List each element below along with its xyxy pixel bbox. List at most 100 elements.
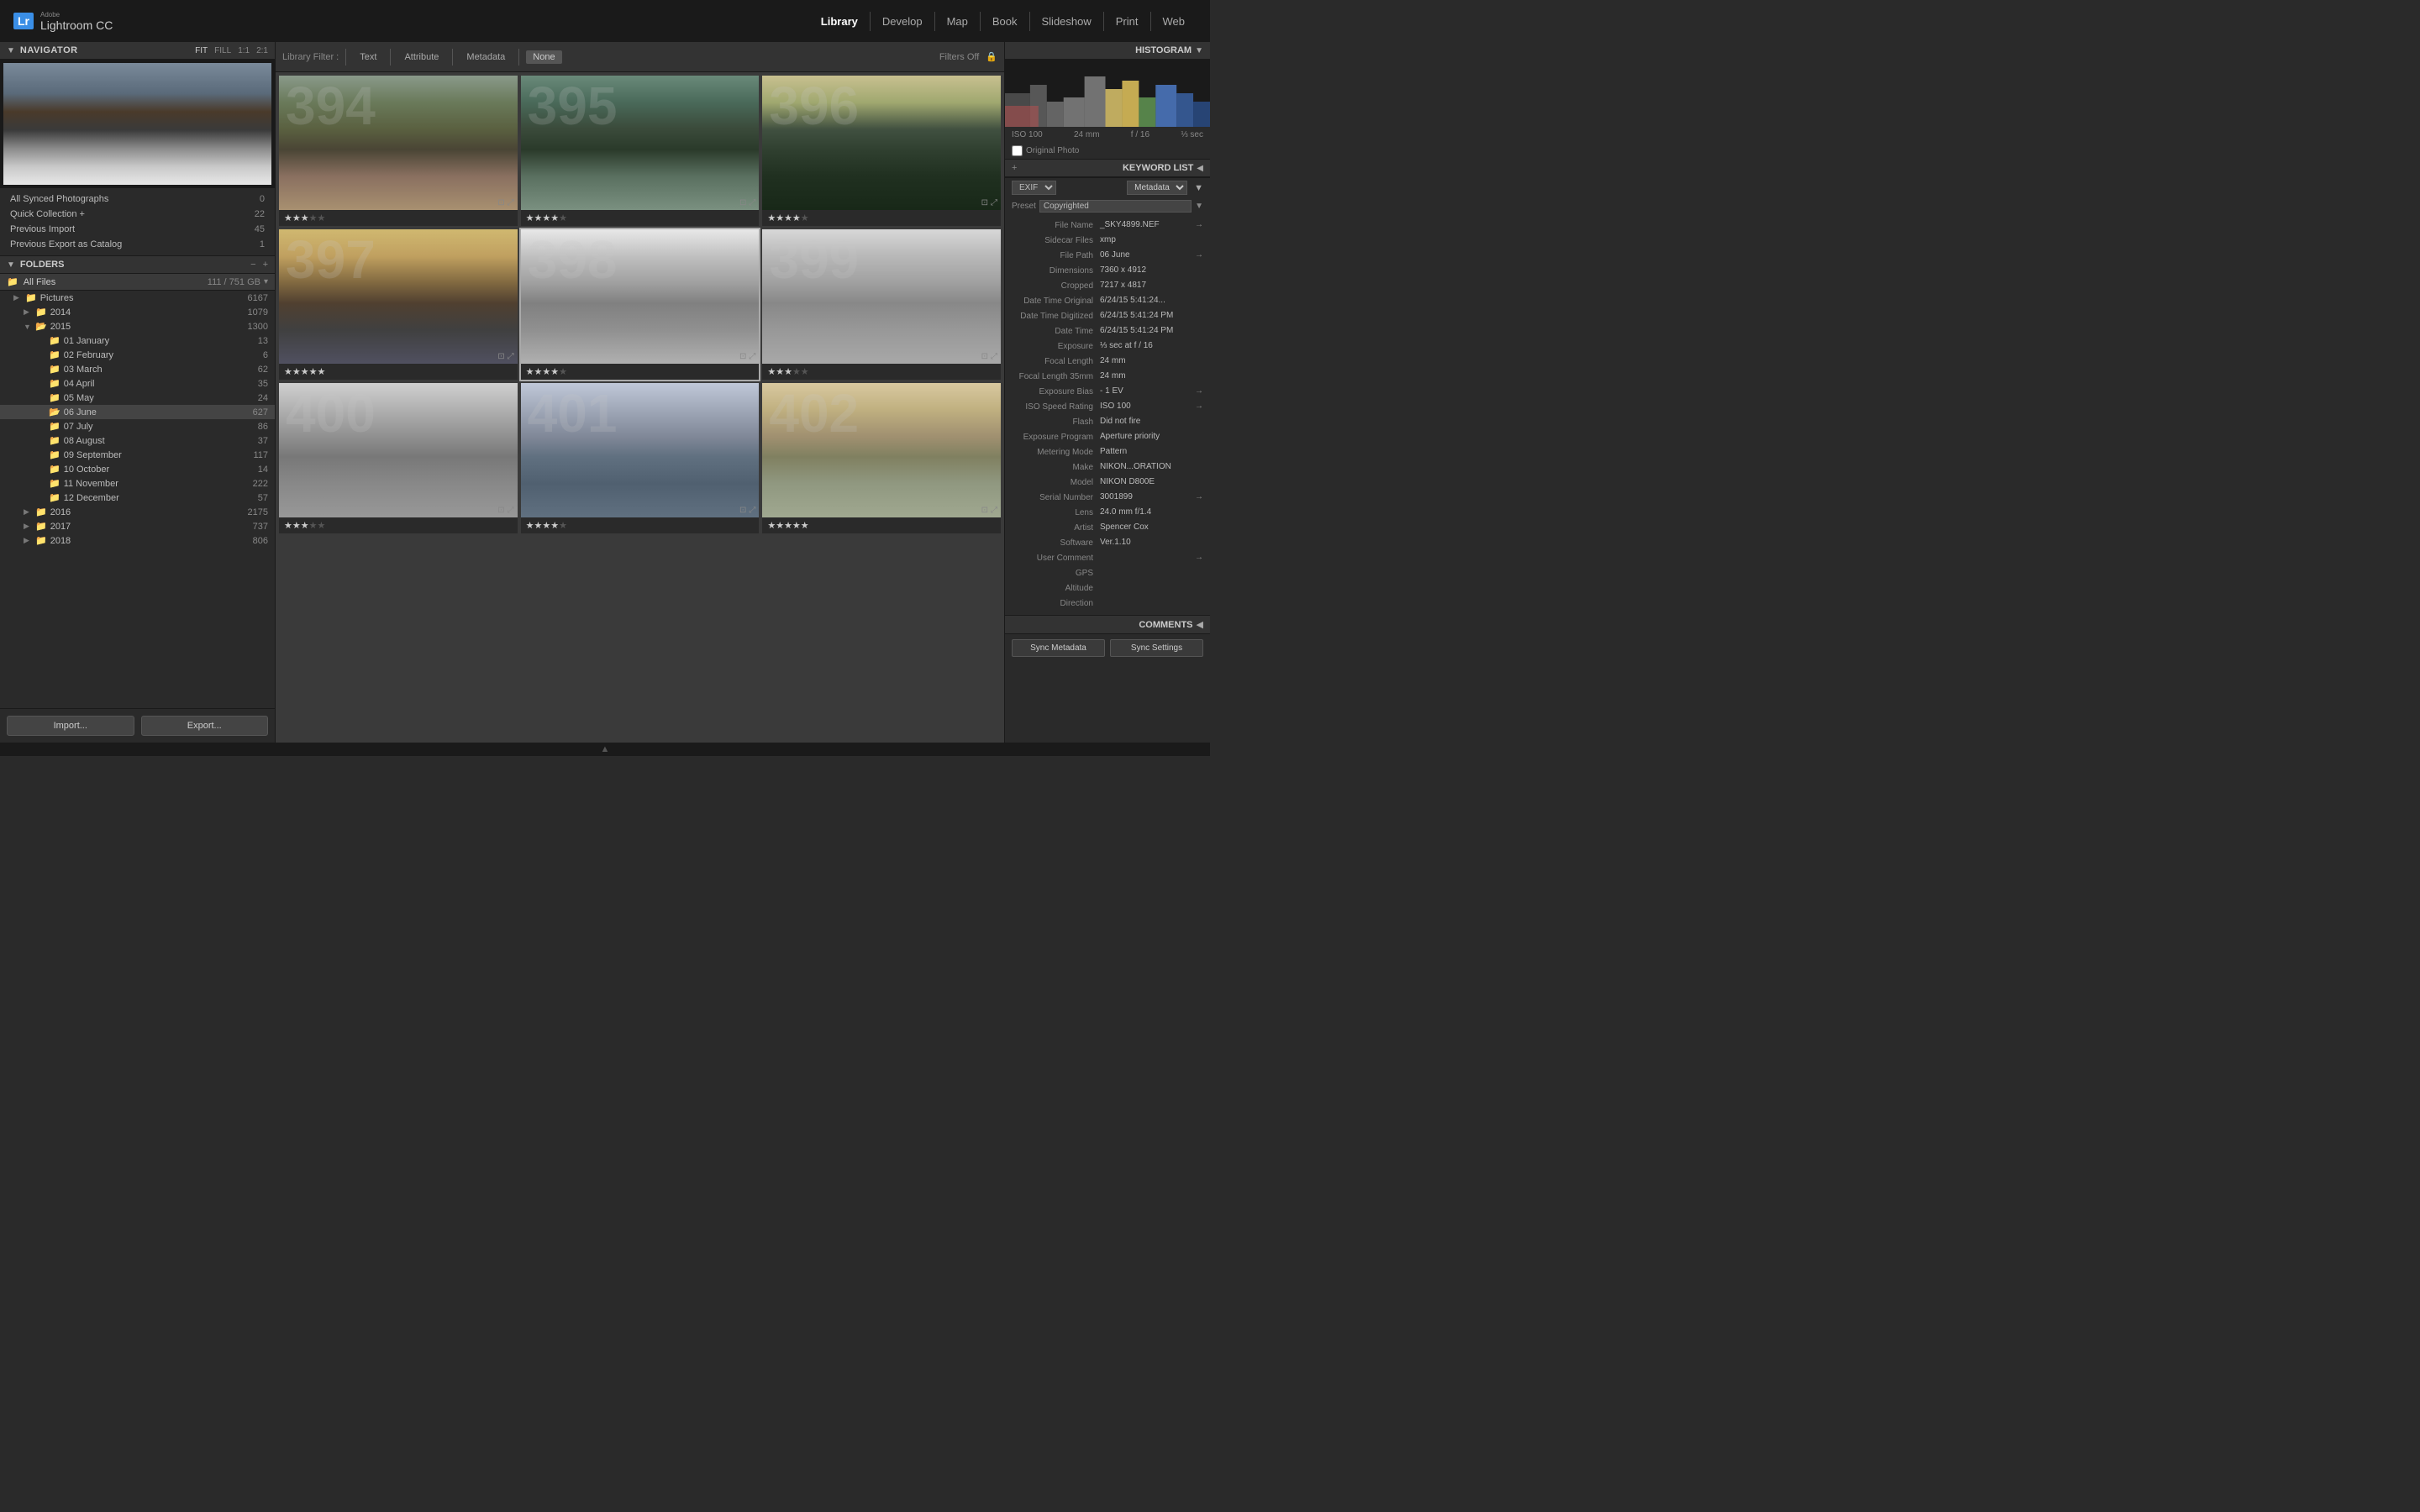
catalog-all-synced[interactable]: All Synced Photographs 0	[0, 192, 275, 207]
preset-input[interactable]	[1039, 200, 1192, 213]
meta-iso-label: ISO Speed Rating	[1012, 402, 1100, 412]
nav-1to1-btn[interactable]: 1:1	[238, 46, 250, 55]
apr-count: 35	[258, 379, 268, 389]
meta-uc-btn[interactable]: →	[1195, 553, 1203, 562]
metadata-filter-btn[interactable]: Metadata	[460, 50, 512, 64]
sync-metadata-btn[interactable]: Sync Metadata	[1012, 639, 1105, 657]
grid-cell-402[interactable]: 402 ⊡ ⤢ ★★★★★	[762, 383, 1001, 533]
nav-book[interactable]: Book	[981, 12, 1030, 31]
catalog-previous-export[interactable]: Previous Export as Catalog 1	[0, 237, 275, 252]
grid-cell-394[interactable]: 394 ⊡ ⤢ ★★★★★	[279, 76, 518, 226]
app-logo: Lr Adobe Lightroom CC	[13, 11, 113, 32]
feb-name: 02 February	[64, 350, 263, 360]
nav-library[interactable]: Library	[809, 12, 871, 31]
cell-stars-396: ★★★★★	[762, 210, 1001, 226]
all-files-dropdown[interactable]: ▾	[264, 277, 268, 286]
cell-icons-395: ⊡ ⤢	[739, 198, 755, 207]
meta-gps-label: GPS	[1012, 568, 1100, 578]
folder-2017[interactable]: ▶ 📁 2017 737	[0, 519, 275, 533]
folder-2016[interactable]: ▶ 📁 2016 2175	[0, 505, 275, 519]
apr-folder-icon: 📁	[49, 378, 60, 389]
keyword-list-header[interactable]: + Keyword List ◀	[1005, 159, 1210, 177]
cell-stars-399: ★★★★★	[762, 364, 1001, 380]
grid-cell-400[interactable]: 400 ⊡ ⤢ ★★★★★	[279, 383, 518, 533]
topbar: Lr Adobe Lightroom CC Library Develop Ma…	[0, 0, 1210, 42]
folder-03-march[interactable]: 📁 03 March 62	[0, 362, 275, 376]
meta-serial-btn[interactable]: →	[1195, 492, 1203, 501]
folder-tree: ▶ 📁 Pictures 6167 ▶ 📁 2014 1079 ▼ 📂 2	[0, 291, 275, 548]
navigator-collapse-arrow: ▼	[7, 46, 15, 55]
sync-bar: Sync Metadata Sync Settings	[1005, 633, 1210, 662]
import-button[interactable]: Import...	[7, 716, 134, 736]
histogram-header[interactable]: Histogram ▼	[1005, 42, 1210, 60]
meta-iso-btn[interactable]: →	[1195, 402, 1203, 411]
meta-filename-btn[interactable]: →	[1195, 220, 1203, 229]
meta-software: Software Ver.1.10	[1005, 536, 1210, 551]
folder-08-august[interactable]: 📁 08 August 37	[0, 433, 275, 448]
grid-cell-397[interactable]: 397 ⊡ ⤢ ★★★★★	[279, 229, 518, 380]
comments-header[interactable]: Comments ◀	[1005, 615, 1210, 633]
histogram-svg	[1005, 60, 1210, 127]
grid-cell-399[interactable]: 399 ⊡ ⤢ ★★★★★	[762, 229, 1001, 380]
original-photo-checkbox[interactable]	[1012, 145, 1023, 156]
rotate-icon-399: ⊡	[981, 352, 988, 361]
folder-07-july[interactable]: 📁 07 July 86	[0, 419, 275, 433]
all-files-bar[interactable]: 📁 All Files 111 / 751 GB ▾	[0, 274, 275, 291]
nav-web[interactable]: Web	[1151, 12, 1197, 31]
nav-2to1-btn[interactable]: 2:1	[256, 46, 268, 55]
nav-develop[interactable]: Develop	[871, 12, 935, 31]
catalog-previous-import[interactable]: Previous Import 45	[0, 222, 275, 237]
filter-lock-icon[interactable]: 🔒	[986, 51, 997, 62]
folder-2015[interactable]: ▼ 📂 2015 1300	[0, 319, 275, 333]
meta-fl-value: 24 mm	[1100, 356, 1203, 365]
nav-print[interactable]: Print	[1104, 12, 1151, 31]
text-filter-btn[interactable]: Text	[353, 50, 383, 64]
nav-fill-btn[interactable]: FILL	[214, 46, 231, 55]
folder-2014[interactable]: ▶ 📁 2014 1079	[0, 305, 275, 319]
folder-06-june[interactable]: 📂 06 June 627	[0, 405, 275, 419]
folder-2018[interactable]: ▶ 📁 2018 806	[0, 533, 275, 548]
meta-user-comment: User Comment →	[1005, 551, 1210, 566]
nav-slideshow[interactable]: Slideshow	[1030, 12, 1104, 31]
none-filter-btn[interactable]: None	[526, 50, 561, 64]
keyword-list-plus[interactable]: +	[1012, 163, 1017, 173]
all-synced-count: 0	[260, 194, 265, 204]
metadata-select[interactable]: Metadata	[1127, 181, 1187, 195]
folders-panel-header[interactable]: ▼ Folders − +	[0, 255, 275, 274]
bottom-arrow[interactable]: ▲	[0, 743, 1210, 756]
folder-09-september[interactable]: 📁 09 September 117	[0, 448, 275, 462]
all-synced-label: All Synced Photographs	[10, 194, 260, 204]
grid-cell-398[interactable]: 398 ⊡ ⤢ ★★★★★	[521, 229, 760, 380]
meta-filepath-btn[interactable]: →	[1195, 250, 1203, 260]
sync-settings-btn[interactable]: Sync Settings	[1110, 639, 1203, 657]
cell-icons-394: ⊡ ⤢	[497, 198, 513, 207]
folder-pictures[interactable]: ▶ 📁 Pictures 6167	[0, 291, 275, 305]
app-title: Adobe Lightroom CC	[40, 11, 113, 32]
folder-01-january[interactable]: 📁 01 January 13	[0, 333, 275, 348]
folder-05-may[interactable]: 📁 05 May 24	[0, 391, 275, 405]
grid-cell-395[interactable]: 395 ⊡ ⤢ ★★★★★	[521, 76, 760, 226]
grid-cell-401[interactable]: 401 ⊡ ⤢ ★★★★★	[521, 383, 760, 533]
folder-02-february[interactable]: 📁 02 February 6	[0, 348, 275, 362]
folder-12-december[interactable]: 📁 12 December 57	[0, 491, 275, 505]
folder-04-april[interactable]: 📁 04 April 35	[0, 376, 275, 391]
nav-fit-btn[interactable]: FIT	[195, 46, 208, 55]
folder-10-october[interactable]: 📁 10 October 14	[0, 462, 275, 476]
folders-minus-btn[interactable]: −	[250, 260, 255, 270]
export-button[interactable]: Export...	[141, 716, 269, 736]
exif-select[interactable]: EXIF	[1012, 181, 1056, 195]
folders-plus-btn[interactable]: +	[263, 260, 268, 270]
all-files-icon: 📁	[7, 276, 18, 287]
navigator-panel-header[interactable]: ▼ Navigator FIT FILL 1:1 2:1	[0, 42, 275, 60]
photo-396	[762, 76, 1001, 210]
meta-eb-btn[interactable]: →	[1195, 386, 1203, 396]
comments-title: Comments	[1139, 620, 1192, 630]
catalog-quick-collection[interactable]: Quick Collection + 22	[0, 207, 275, 222]
folder-11-november[interactable]: 📁 11 November 222	[0, 476, 275, 491]
nav-map[interactable]: Map	[935, 12, 981, 31]
2016-name: 2016	[50, 507, 248, 517]
grid-cell-396[interactable]: 396 ⊡ ⤢ ★★★★★	[762, 76, 1001, 226]
meta-sidecar-value: xmp	[1100, 235, 1203, 244]
attribute-filter-btn[interactable]: Attribute	[397, 50, 445, 64]
preset-btn[interactable]: ▼	[1195, 202, 1203, 211]
